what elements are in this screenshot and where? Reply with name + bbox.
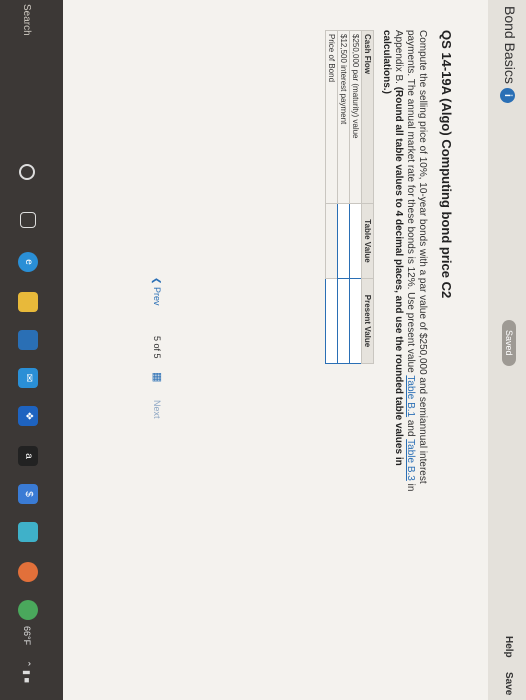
question-heading: QS 14-19A (Algo) Computing bond price C2 [439,30,454,299]
edge-icon[interactable]: e [18,252,38,272]
question-text: Compute the selling price of 10%, 10-yea… [380,30,428,525]
next-button[interactable]: Next [152,400,162,419]
cortana-icon[interactable] [19,164,35,180]
info-icon[interactable]: i [500,87,515,103]
present-value-input[interactable] [337,278,350,364]
row-label: $12,500 interest payment [337,30,350,204]
tray-icons[interactable]: ⌃ ▮ ■ [21,660,32,683]
taskbar-search[interactable]: Search [21,4,32,36]
prev-label: Prev [152,287,162,306]
present-value-input[interactable] [349,278,362,364]
assignment-title-text: Bond Basics [502,6,518,84]
chrome-icon[interactable] [18,600,38,620]
grid-icon[interactable]: ▦ [151,372,164,382]
firefox-icon[interactable] [18,562,38,582]
table-b1-link[interactable]: Table B.1 [405,375,416,417]
help-link[interactable]: Help [503,636,514,658]
table-b3-link[interactable]: Table B.3 [405,439,416,481]
save-link[interactable]: Save [503,672,514,695]
col-header-cash-flow: Cash Flow [361,30,374,204]
dropbox-icon[interactable]: ❖ [18,406,38,426]
screen: Bond Basicsi Saved Help Save C QS 14-19A… [0,0,526,700]
row-label: $250,000 par (maturity) value [349,30,362,204]
table-header-row: Cash Flow Table Value Present Value [361,30,374,364]
question-text-part: and [405,417,416,440]
amazon-icon[interactable]: a [18,446,38,466]
saved-badge: Saved [502,320,516,366]
taskbar [0,0,63,700]
price-of-bond-input[interactable] [325,278,338,364]
row-label: Price of Bond [325,30,338,204]
weather-temperature[interactable]: 66°F [22,626,32,645]
store-icon[interactable] [18,330,38,350]
col-header-present-value: Present Value [361,278,374,364]
cash-flow-table: Cash Flow Table Value Present Value $250… [325,30,374,364]
assignment-title: Bond Basics i [500,6,518,103]
table-value-input[interactable] [349,203,362,279]
task-view-icon[interactable] [20,212,36,228]
table-row: Price of Bond [325,30,338,364]
rotated-stage: Bond Basicsi Saved Help Save C QS 14-19A… [0,0,526,700]
top-bar: Bond Basics i Saved Help Save [487,0,526,700]
page-count: 5 of 5 [152,336,162,359]
table-value-cell [325,203,338,279]
file-explorer-icon[interactable] [18,292,38,312]
photos-icon[interactable] [18,522,38,542]
mail-icon[interactable]: ✉ [18,368,38,388]
rounding-instruction: (Round all table values to 4 decimal pla… [381,30,404,466]
prev-button[interactable]: ❮ Prev [151,277,162,306]
question-panel: QS 14-19A (Algo) Computing bond price C2… [63,0,488,700]
app-icon[interactable]: $ [18,484,38,504]
table-row: $12,500 interest payment [337,30,350,364]
col-header-table-value: Table Value [361,203,374,279]
table-value-input[interactable] [337,203,350,279]
table-row: $250,000 par (maturity) value [349,30,362,364]
